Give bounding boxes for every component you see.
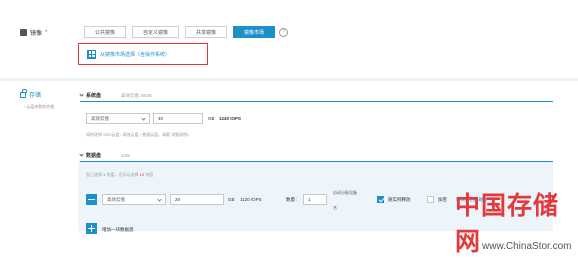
quantity-input[interactable]: 1: [303, 194, 327, 205]
data-disk-type-value: 高效云盘: [107, 196, 125, 202]
system-disk-meta: 高效云盘 40GB: [121, 93, 152, 98]
grid-icon: [87, 49, 96, 59]
section-divider: [0, 78, 578, 81]
encrypt-label: 加密: [438, 197, 447, 202]
release-with-instance-label: 随实例释放: [388, 197, 411, 202]
image-section: 镜像 * 公共镜像 自定义镜像 共享镜像 镜像市场 ? 从镜像市场选择（含操作系…: [0, 0, 578, 78]
release-with-instance-checkbox[interactable]: [377, 196, 384, 203]
storage-subtitle-link[interactable]: › 云盘参数和性能: [24, 104, 54, 110]
storage-title: 存储: [29, 93, 42, 99]
add-disk-button[interactable]: [86, 223, 97, 234]
tab-image-market[interactable]: 镜像市场: [233, 26, 276, 38]
summary-prefix: 您已选择: [86, 172, 102, 177]
image-label: 镜像: [30, 31, 43, 37]
storage-subtitle: 云盘参数和性能: [26, 104, 55, 109]
watermark-en: www.ChinaStor.com: [482, 241, 572, 252]
tab-public-image[interactable]: 公共镜像: [84, 26, 127, 38]
data-disk-type-select[interactable]: 高效云盘: [102, 194, 166, 205]
system-disk-size-input[interactable]: 40: [153, 113, 203, 124]
chevron-down-icon: [79, 92, 84, 97]
data-disk-title[interactable]: 数据盘: [79, 152, 102, 159]
system-disk-type-select[interactable]: 高效云盘: [86, 113, 150, 124]
chevron-down-icon: [79, 152, 84, 157]
system-disk-title-text: 系统盘: [86, 93, 102, 99]
remove-disk-button[interactable]: [86, 194, 97, 205]
summary-suffix: 块盘: [145, 172, 154, 177]
tab-custom-image[interactable]: 自定义镜像: [132, 26, 180, 38]
system-disk-type-value: 高效云盘: [91, 115, 109, 121]
pick-from-market-label: 从镜像市场选择（含操作系统）: [100, 51, 171, 58]
chevron-down-icon: [157, 197, 162, 202]
system-disk-title[interactable]: 系统盘: [79, 92, 102, 99]
summary-mid: 块盘，还可以选择: [106, 172, 139, 177]
data-disk-count: 1/16: [121, 153, 130, 158]
system-disk-underline: [80, 101, 553, 102]
storage-icon: [20, 88, 27, 98]
add-disk-label[interactable]: 增加一块数据盘: [102, 227, 134, 233]
pick-from-market-link[interactable]: 从镜像市场选择（含操作系统）: [78, 43, 208, 65]
tab-shared-image[interactable]: 共享镜像: [185, 26, 228, 38]
device-label-1: 自动分配设备: [333, 190, 357, 195]
data-disk-size-input[interactable]: 20: [170, 194, 224, 205]
quantity-label: 数量：: [286, 197, 300, 202]
required-mark: *: [45, 29, 48, 36]
data-disk-title-text: 数据盘: [86, 153, 102, 159]
data-disk-iops: 1120 IOPS: [240, 197, 262, 202]
system-disk-unit: GB: [208, 116, 215, 121]
system-disk-iops: 1240 IOPS: [219, 116, 242, 121]
system-disk-hint: 如何选择 SSD云盘 / 高效云盘 / 普通云盘，请看 详细说明»: [86, 132, 190, 137]
storage-heading: 存储: [20, 88, 42, 99]
data-disk-underline: [80, 161, 553, 162]
image-tabs: 公共镜像 自定义镜像 共享镜像 镜像市场: [84, 26, 276, 38]
data-disk-unit: GB: [228, 197, 235, 202]
image-label-row: 镜像 *: [20, 28, 47, 37]
chevron-down-icon: [141, 116, 146, 121]
data-disk-summary: 您已选择 1 块盘，还可以选择 15 块盘: [86, 172, 153, 178]
image-icon: [20, 29, 27, 36]
device-label-2: 名: [333, 205, 337, 210]
summary-remaining: 15: [139, 172, 145, 177]
encrypt-checkbox[interactable]: [427, 196, 434, 203]
help-icon[interactable]: ?: [279, 28, 288, 37]
